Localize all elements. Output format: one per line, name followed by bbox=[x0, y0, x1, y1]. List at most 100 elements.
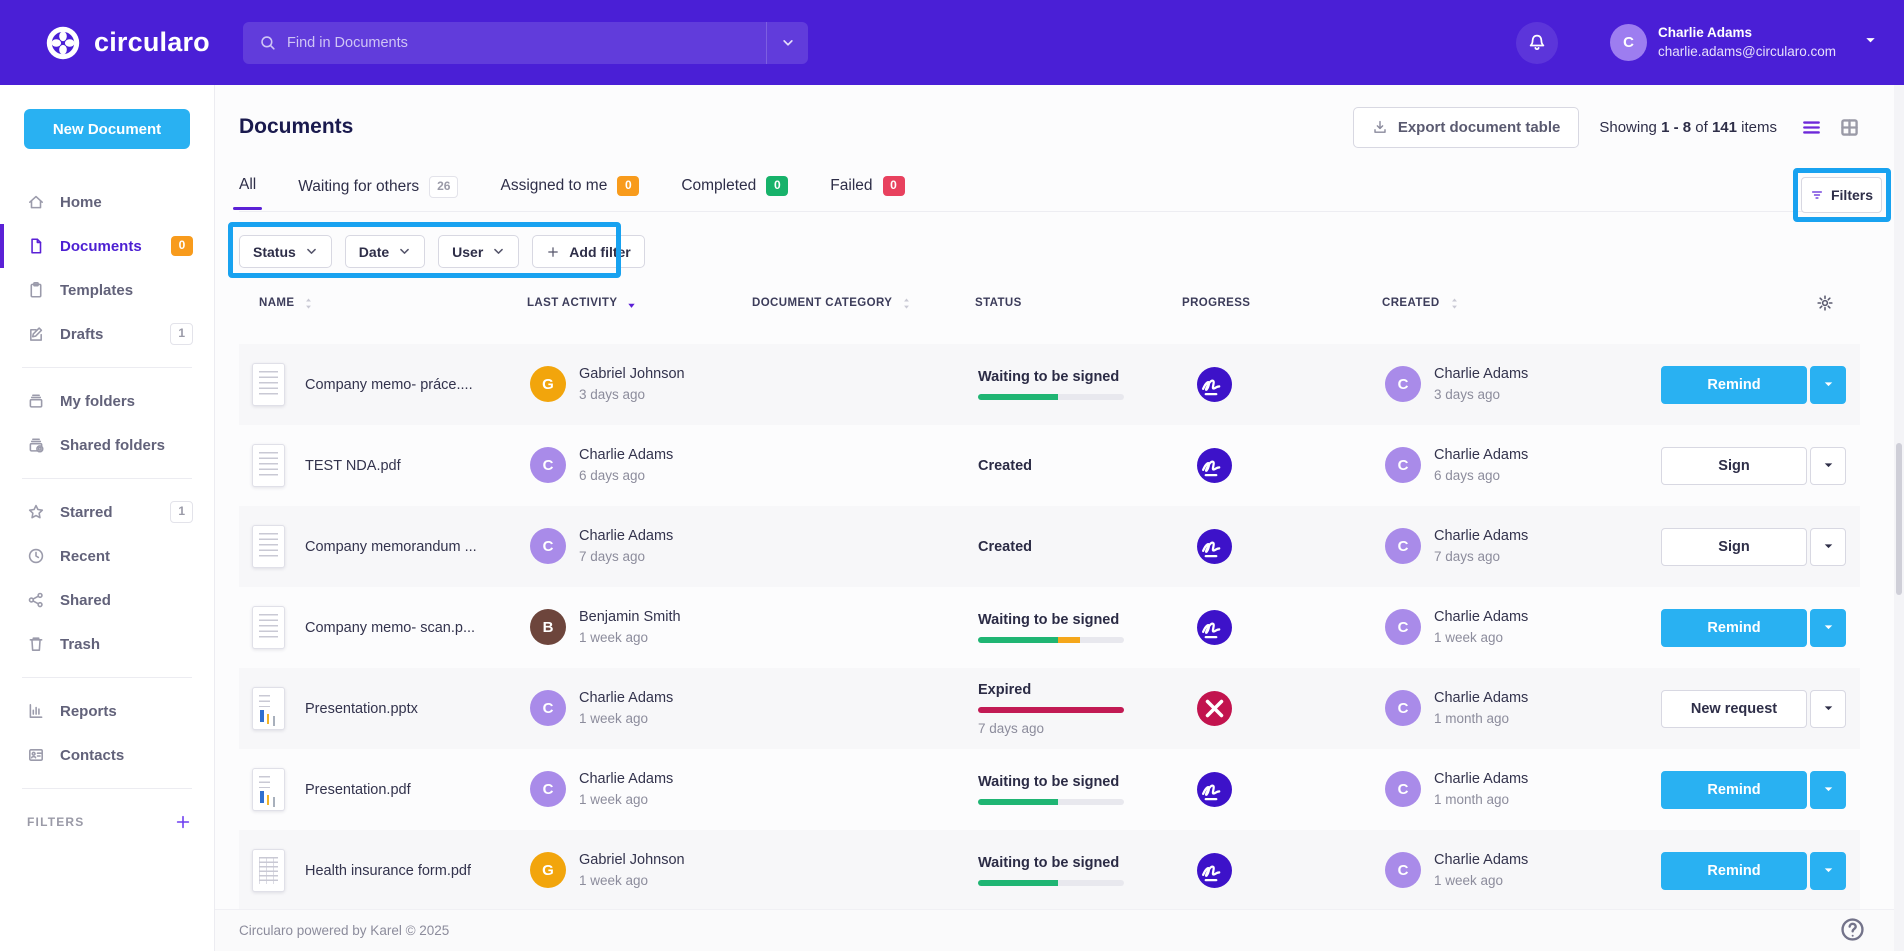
table-row[interactable]: Health insurance form.pdf G Gabriel John… bbox=[239, 830, 1860, 911]
list-view-icon bbox=[1801, 117, 1822, 138]
user-menu[interactable]: C Charlie Adams charlie.adams@circularo.… bbox=[1610, 24, 1878, 61]
brand[interactable]: circularo bbox=[44, 24, 219, 62]
status-label: Created bbox=[978, 458, 1155, 474]
avatar: C bbox=[1385, 528, 1421, 564]
sidebar-item-contacts[interactable]: Contacts bbox=[0, 733, 214, 777]
row-action-button[interactable]: New request bbox=[1661, 690, 1807, 728]
row-action-button[interactable]: Sign bbox=[1661, 528, 1807, 566]
tab-completed[interactable]: Completed 0 bbox=[681, 176, 788, 210]
scrollbar-thumb[interactable] bbox=[1896, 443, 1902, 595]
tab-assigned-to-me[interactable]: Assigned to me 0 bbox=[500, 176, 639, 210]
row-action-button[interactable]: Remind bbox=[1661, 366, 1807, 404]
column-header-name[interactable]: NAME bbox=[249, 296, 527, 311]
filter-chip-status[interactable]: Status bbox=[239, 235, 332, 268]
row-action-button[interactable]: Remind bbox=[1661, 852, 1807, 890]
table-row[interactable]: Company memorandum ... C Charlie Adams 7… bbox=[239, 506, 1860, 587]
sidebar-item-starred[interactable]: Starred 1 bbox=[0, 490, 214, 534]
signature-icon bbox=[1197, 853, 1232, 888]
avatar: C bbox=[530, 447, 566, 483]
progress-cell bbox=[1185, 367, 1385, 402]
filter-chip-date[interactable]: Date bbox=[345, 235, 425, 268]
table-row[interactable]: Company memo- scan.p... B Benjamin Smith… bbox=[239, 587, 1860, 668]
avatar: G bbox=[530, 852, 566, 888]
row-action-dropdown-button[interactable] bbox=[1810, 690, 1846, 728]
table-settings-gear-button[interactable] bbox=[1816, 294, 1834, 312]
table-row[interactable]: TEST NDA.pdf C Charlie Adams 6 days ago … bbox=[239, 425, 1860, 506]
status-cell: Waiting to be signed bbox=[978, 774, 1185, 805]
search-input[interactable] bbox=[287, 35, 766, 51]
new-document-button[interactable]: New Document bbox=[24, 109, 190, 149]
row-action-button[interactable]: Remind bbox=[1661, 609, 1807, 647]
filter-icon bbox=[1810, 188, 1824, 202]
grid-view-icon bbox=[1839, 117, 1860, 138]
sidebar-item-documents[interactable]: Documents 0 bbox=[0, 224, 214, 268]
row-action-dropdown-button[interactable] bbox=[1810, 771, 1846, 809]
count-badge: 1 bbox=[170, 501, 193, 523]
filters-section-label: FILTERS bbox=[27, 815, 85, 829]
sidebar-item-templates[interactable]: Templates bbox=[0, 268, 214, 312]
row-action-dropdown-button[interactable] bbox=[1810, 447, 1846, 485]
document-thumbnail-icon bbox=[252, 525, 285, 568]
status-subtext: 7 days ago bbox=[978, 721, 1155, 736]
progress-cell bbox=[1185, 610, 1385, 645]
count-badge: 0 bbox=[171, 236, 193, 256]
column-header-last-activity[interactable]: LAST ACTIVITY bbox=[527, 296, 752, 311]
status-progress-bar bbox=[978, 799, 1124, 805]
document-name: Presentation.pdf bbox=[305, 782, 411, 798]
status-cell: Created bbox=[978, 458, 1185, 474]
export-document-table-button[interactable]: Export document table bbox=[1353, 107, 1580, 148]
drafts-icon bbox=[27, 325, 45, 343]
sidebar-item-my-folders[interactable]: My folders bbox=[0, 379, 214, 423]
gear-icon bbox=[1816, 294, 1834, 312]
sidebar-item-trash[interactable]: Trash bbox=[0, 622, 214, 666]
row-action-dropdown-button[interactable] bbox=[1810, 366, 1846, 404]
help-button[interactable] bbox=[1839, 916, 1866, 943]
created-cell: C Charlie Adams 6 days ago bbox=[1385, 445, 1613, 486]
last-activity-cell: C Charlie Adams 1 week ago bbox=[530, 688, 755, 729]
search-scope-dropdown[interactable] bbox=[766, 22, 808, 64]
table-row[interactable]: Company memo- práce.... G Gabriel Johnso… bbox=[239, 344, 1860, 425]
tab-waiting-for-others[interactable]: Waiting for others 26 bbox=[298, 176, 458, 212]
filters-button[interactable]: Filters bbox=[1801, 177, 1882, 213]
row-action-button[interactable]: Sign bbox=[1661, 447, 1807, 485]
sidebar-item-recent[interactable]: Recent bbox=[0, 534, 214, 578]
sidebar-item-drafts[interactable]: Drafts 1 bbox=[0, 312, 214, 356]
created-cell: C Charlie Adams 1 week ago bbox=[1385, 607, 1613, 648]
status-cell: Waiting to be signed bbox=[978, 855, 1185, 886]
sidebar-item-reports[interactable]: Reports bbox=[0, 689, 214, 733]
add-filter-button[interactable]: Add filter bbox=[532, 235, 644, 268]
list-view-toggle[interactable] bbox=[1801, 117, 1822, 138]
chevron-down-icon bbox=[1822, 702, 1835, 715]
avatar: B bbox=[530, 609, 566, 645]
row-action-button[interactable]: Remind bbox=[1661, 771, 1807, 809]
table-row[interactable]: Presentation.pdf C Charlie Adams 1 week … bbox=[239, 749, 1860, 830]
notifications-button[interactable] bbox=[1516, 22, 1558, 64]
sidebar-item-home[interactable]: Home bbox=[0, 180, 214, 224]
column-header-document-category[interactable]: DOCUMENT CATEGORY bbox=[752, 296, 975, 311]
avatar: C bbox=[1385, 852, 1421, 888]
scrollbar-track[interactable] bbox=[1894, 85, 1904, 951]
showing-range: 1 - 8 bbox=[1661, 119, 1691, 136]
grid-view-toggle[interactable] bbox=[1839, 117, 1860, 138]
document-name: Company memo- scan.p... bbox=[305, 620, 475, 636]
tab-failed[interactable]: Failed 0 bbox=[830, 176, 904, 210]
avatar: C bbox=[1385, 366, 1421, 402]
avatar: C bbox=[1385, 609, 1421, 645]
row-action-dropdown-button[interactable] bbox=[1810, 609, 1846, 647]
status-progress-bar bbox=[978, 707, 1124, 713]
table-row[interactable]: Presentation.pptx C Charlie Adams 1 week… bbox=[239, 668, 1860, 749]
sidebar-item-shared-folders[interactable]: Shared folders bbox=[0, 423, 214, 467]
filter-chip-user[interactable]: User bbox=[438, 235, 519, 268]
sidebar-divider bbox=[22, 788, 192, 789]
question-mark-icon bbox=[1839, 916, 1866, 943]
row-action-dropdown-button[interactable] bbox=[1810, 528, 1846, 566]
plus-icon bbox=[546, 245, 560, 259]
column-header-created[interactable]: CREATED bbox=[1382, 296, 1610, 311]
row-action-dropdown-button[interactable] bbox=[1810, 852, 1846, 890]
sidebar-divider bbox=[22, 677, 192, 678]
add-saved-filter-button[interactable] bbox=[174, 813, 192, 831]
sidebar-item-shared[interactable]: Shared bbox=[0, 578, 214, 622]
tab-all[interactable]: All bbox=[239, 176, 256, 208]
document-thumbnail-icon bbox=[252, 606, 285, 649]
document-thumbnail-icon bbox=[252, 768, 285, 811]
